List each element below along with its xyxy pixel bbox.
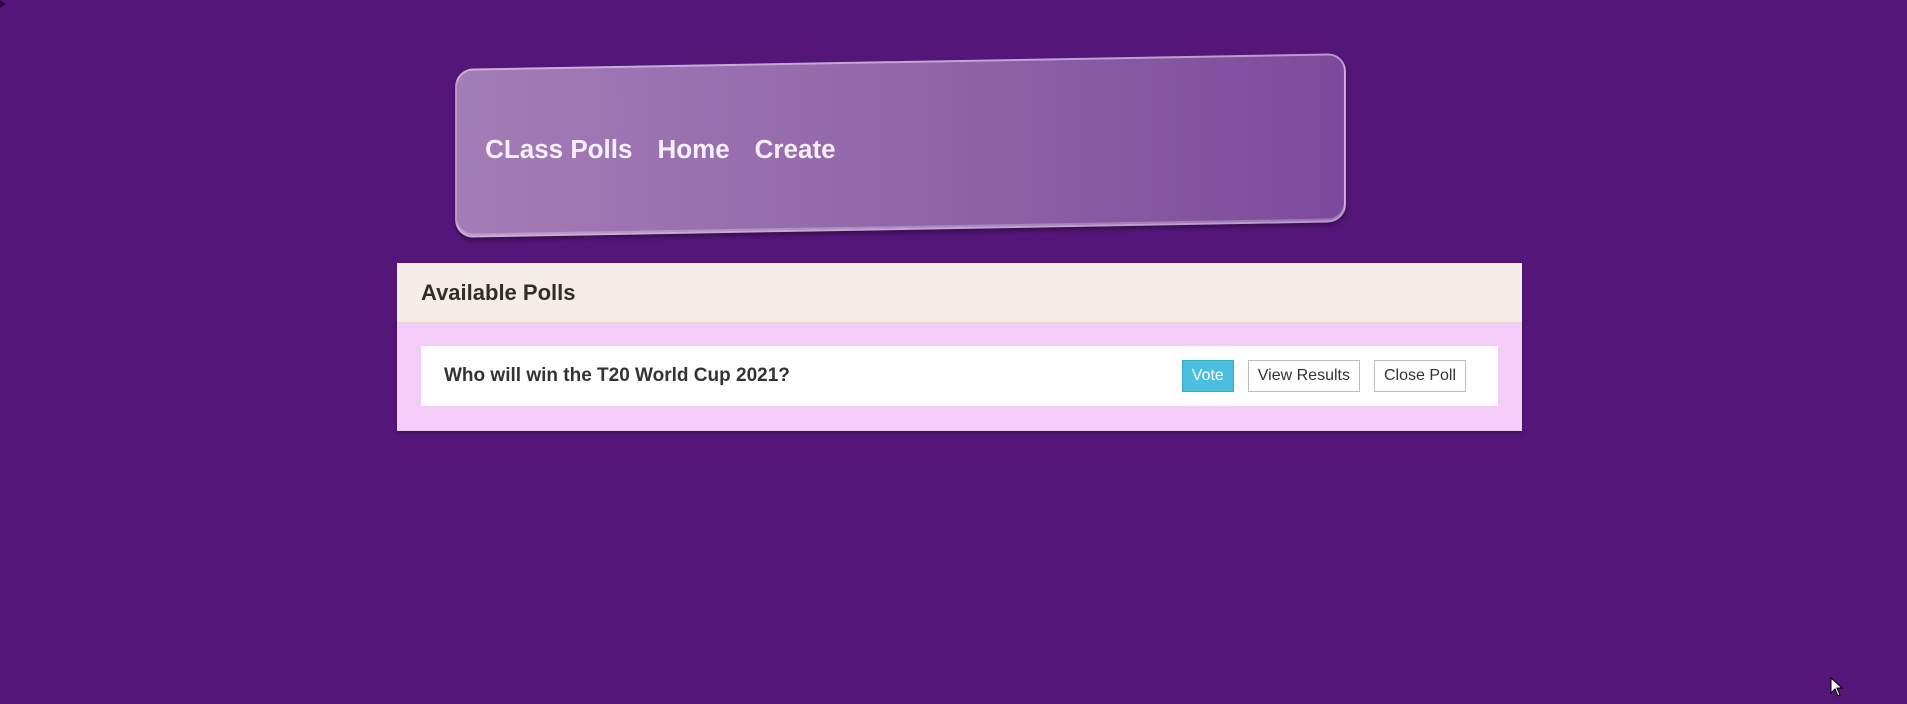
view-results-button[interactable]: View Results — [1247, 360, 1360, 392]
nav-link-home[interactable]: Home — [657, 134, 729, 165]
close-poll-button[interactable]: Close Poll — [1373, 360, 1466, 392]
navbar-links: CLass Polls Home Create — [485, 67, 860, 232]
poll-item: Who will win the T20 World Cup 2021? Vot… — [421, 346, 1498, 406]
corner-glyph-icon — [0, 0, 6, 8]
nav-link-create[interactable]: Create — [755, 134, 836, 165]
poll-question: Who will win the T20 World Cup 2021? — [444, 365, 790, 386]
navbar: CLass Polls Home Create — [455, 53, 1346, 238]
available-polls-card: Available Polls Who will win the T20 Wor… — [397, 263, 1522, 431]
brand-link[interactable]: CLass Polls — [485, 134, 632, 165]
poll-actions: Vote View Results Close Poll — [1181, 360, 1466, 392]
mouse-pointer-icon — [1830, 677, 1844, 697]
card-header: Available Polls — [397, 263, 1522, 323]
card-title: Available Polls — [421, 279, 576, 305]
vote-button[interactable]: Vote — [1181, 360, 1234, 392]
